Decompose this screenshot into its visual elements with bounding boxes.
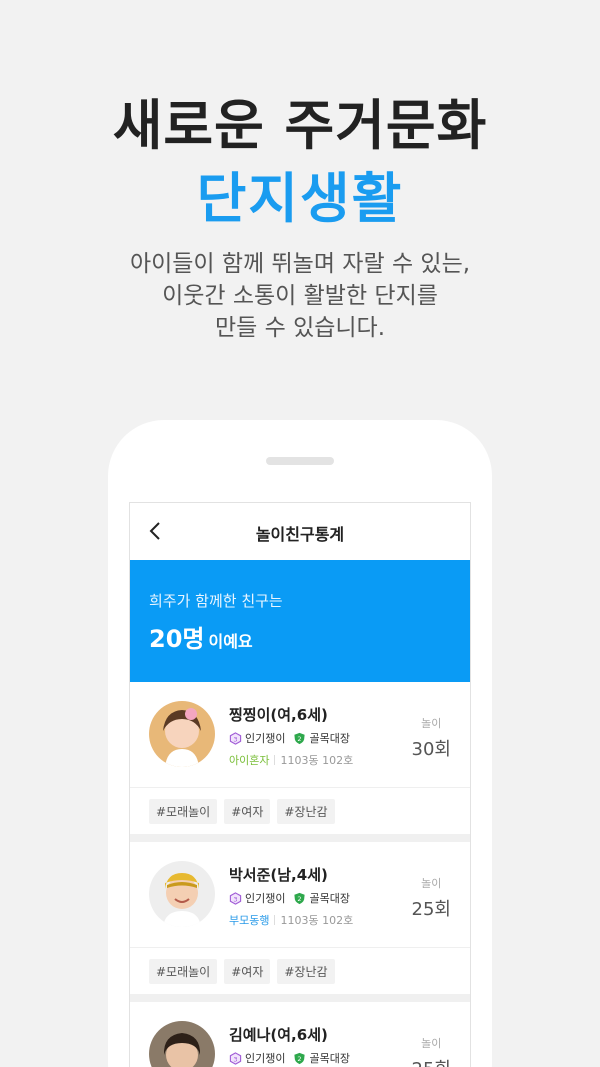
play-count: 25회 (411, 899, 451, 920)
svg-text:2: 2 (298, 894, 302, 902)
friend-name: 박서준(남,4세) (229, 866, 328, 884)
play-label: 놀이 (421, 1037, 442, 1050)
badge-label: 골목대장 (309, 732, 350, 745)
badge-label: 골목대장 (309, 1052, 350, 1065)
banner-count-row: 20명 이예요 (149, 619, 470, 654)
hero-accent-title: 단지생활 (196, 167, 404, 230)
badge-hexagon-icon: 3 (229, 731, 242, 745)
friend-type: 부모동행 (229, 914, 270, 927)
badge-shield-icon: 2 (294, 732, 306, 744)
hero-desc-line: 만들 수 있습니다. (214, 315, 386, 341)
tag-list: #모래놀이 #여자 #장난감 (130, 788, 470, 834)
badge-label: 골목대장 (309, 892, 350, 905)
friend-name: 김예나(여,6세) (229, 1026, 328, 1044)
svg-text:3: 3 (233, 735, 237, 743)
svg-text:3: 3 (233, 895, 237, 903)
friend-meta: 부모동행 1103동 102호 (229, 912, 353, 928)
badge-label: 인기쟁이 (245, 1052, 286, 1065)
friend-card-main: 찡찡이(여,6세) 3 인기쟁이 2 골목대장 아이혼자 1103동 102호 … (130, 682, 470, 788)
svg-text:2: 2 (298, 734, 302, 742)
friend-card[interactable]: 김예나(여,6세) 3 인기쟁이 2 골목대장 놀이 (130, 1002, 470, 1067)
avatar (149, 1021, 215, 1067)
banner-count-suffix: 이예요 (208, 632, 253, 651)
friend-card[interactable]: 찡찡이(여,6세) 3 인기쟁이 2 골목대장 아이혼자 1103동 102호 … (130, 682, 470, 834)
app-screen: 놀이친구통계 희주가 함께한 친구는 20명 이예요 찡찡이(여,6세) 3 인… (129, 502, 471, 1067)
avatar (149, 701, 215, 767)
badge-list: 3 인기쟁이 2 골목대장 (229, 890, 358, 906)
play-stat: 놀이 25회 (412, 1035, 451, 1067)
tag[interactable]: #모래놀이 (149, 798, 218, 824)
meta-divider (274, 915, 276, 925)
avatar (149, 861, 215, 927)
badge-shield-icon: 2 (294, 1052, 306, 1064)
play-label: 놀이 (421, 877, 442, 890)
friend-meta: 아이혼자 1103동 102호 (229, 752, 353, 768)
hero-desc-line: 아이들이 함께 뛰놀며 자랄 수 있는, (129, 251, 471, 277)
badge-list: 3 인기쟁이 2 골목대장 (229, 730, 358, 746)
badge-hexagon-icon: 3 (229, 1051, 242, 1065)
tag[interactable]: #장난감 (277, 798, 335, 824)
tag[interactable]: #장난감 (277, 958, 335, 984)
play-stat: 놀이 25회 (412, 875, 451, 921)
play-count: 30회 (411, 739, 451, 760)
badge-hexagon-icon: 3 (229, 891, 242, 905)
badge-leader: 2 골목대장 (293, 890, 350, 906)
play-count: 25회 (412, 1055, 451, 1067)
friend-card-main: 김예나(여,6세) 3 인기쟁이 2 골목대장 놀이 (130, 1002, 470, 1067)
badge-shield-icon: 2 (294, 892, 306, 904)
app-header: 놀이친구통계 (130, 503, 470, 560)
hero-desc-line: 이웃간 소통이 활발한 단지를 (162, 283, 438, 309)
play-stat: 놀이 30회 (412, 715, 451, 761)
tag[interactable]: #모래놀이 (149, 958, 218, 984)
badge-label: 인기쟁이 (245, 892, 286, 905)
badge-popular: 3 인기쟁이 (229, 1050, 285, 1066)
hero-description: 아이들이 함께 뛰놀며 자랄 수 있는, 이웃간 소통이 활발한 단지를 만들 … (0, 248, 600, 344)
friend-type: 아이혼자 (229, 754, 270, 767)
banner-subtitle: 희주가 함께한 친구는 (149, 592, 283, 610)
phone-speaker (266, 457, 334, 465)
badge-popular: 3 인기쟁이 (229, 890, 285, 906)
tag[interactable]: #여자 (224, 958, 271, 984)
badge-popular: 3 인기쟁이 (229, 730, 285, 746)
tag-list: #모래놀이 #여자 #장난감 (130, 948, 470, 994)
screen-title: 놀이친구통계 (255, 525, 345, 544)
badge-label: 인기쟁이 (245, 732, 286, 745)
badge-list: 3 인기쟁이 2 골목대장 (229, 1050, 358, 1066)
badge-leader: 2 골목대장 (293, 730, 350, 746)
badge-leader: 2 골목대장 (293, 1050, 350, 1066)
friend-card[interactable]: 박서준(남,4세) 3 인기쟁이 2 골목대장 부모동행 1103동 102호 … (130, 842, 470, 994)
friend-address: 1103동 102호 (280, 914, 354, 927)
svg-text:2: 2 (298, 1054, 302, 1062)
friend-address: 1103동 102호 (280, 754, 354, 767)
play-label: 놀이 (421, 717, 442, 730)
friend-name: 찡찡이(여,6세) (229, 706, 328, 724)
svg-text:3: 3 (233, 1055, 237, 1063)
meta-divider (274, 755, 276, 765)
friend-count-banner: 희주가 함께한 친구는 20명 이예요 (130, 560, 470, 682)
friend-card-main: 박서준(남,4세) 3 인기쟁이 2 골목대장 부모동행 1103동 102호 … (130, 842, 470, 948)
hero-section: 새로운 주거문화 단지생활 아이들이 함께 뛰놀며 자랄 수 있는, 이웃간 소… (0, 88, 600, 344)
hero-title: 새로운 주거문화 (112, 94, 488, 157)
tag[interactable]: #여자 (224, 798, 271, 824)
banner-count: 20명 (149, 625, 205, 653)
